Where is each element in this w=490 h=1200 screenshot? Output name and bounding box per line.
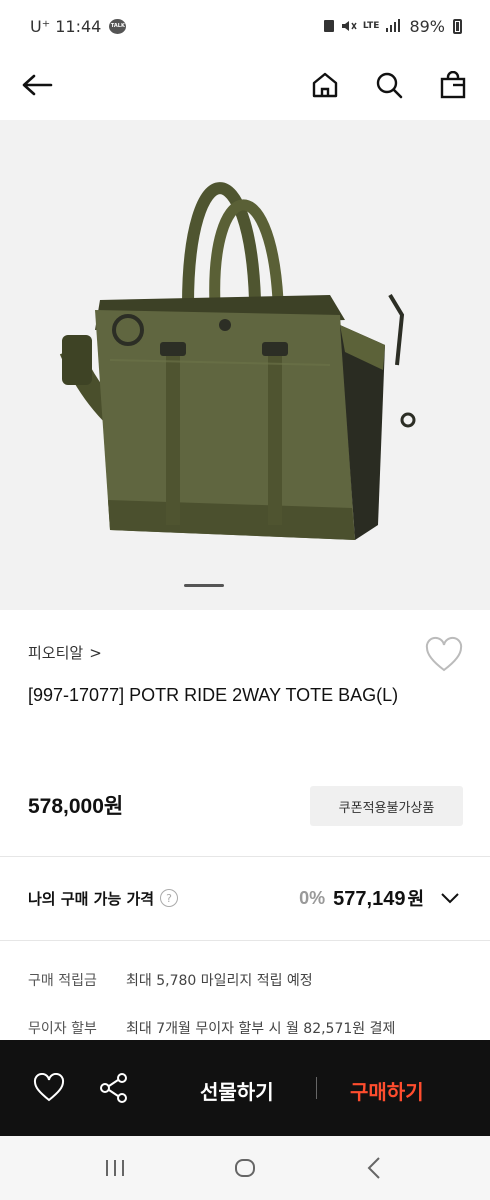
divider bbox=[0, 856, 490, 857]
divider bbox=[0, 940, 490, 941]
my-price-values: 0% 577,149 원 bbox=[299, 885, 462, 911]
carrier-time: U⁺ 11:44 bbox=[30, 16, 102, 36]
sim-icon bbox=[323, 20, 334, 32]
product-title: [997-17077] POTR RIDE 2WAY TOTE BAG(L) bbox=[28, 685, 399, 705]
carousel-indicator[interactable] bbox=[184, 584, 224, 587]
share-icon[interactable] bbox=[97, 1071, 131, 1105]
gift-button[interactable]: 선물하기 bbox=[200, 1076, 274, 1105]
back-chevron-icon[interactable] bbox=[355, 1148, 395, 1188]
mileage-label: 구매 적립금 bbox=[28, 973, 97, 989]
chevron-right-icon: > bbox=[89, 643, 102, 662]
mute-icon bbox=[341, 21, 357, 31]
mileage-row: 구매 적립금 최대 5,780 마일리지 적립 예정 bbox=[28, 970, 313, 990]
system-nav-bar bbox=[0, 1136, 490, 1200]
battery-percent: 89% bbox=[409, 16, 445, 36]
search-icon[interactable] bbox=[372, 68, 406, 102]
shopping-bag-icon[interactable] bbox=[436, 68, 470, 102]
home-circle-icon[interactable] bbox=[225, 1148, 265, 1188]
installment-label: 무이자 할부 bbox=[28, 1021, 97, 1037]
my-price-label: 나의 구매 가능 가격 bbox=[28, 889, 155, 908]
product-image[interactable] bbox=[0, 120, 490, 610]
brand-link[interactable]: 피오티알 > bbox=[28, 642, 102, 663]
chevron-down-icon[interactable] bbox=[438, 886, 462, 910]
discount-rate: 0% bbox=[299, 887, 326, 908]
my-price-row[interactable]: 나의 구매 가능 가격 ? 0% 577,149 원 bbox=[0, 858, 490, 938]
recent-apps-icon[interactable] bbox=[95, 1148, 135, 1188]
status-right: LTE 89% bbox=[323, 17, 462, 36]
talk-icon: TALK bbox=[109, 18, 127, 34]
battery-icon bbox=[453, 18, 462, 34]
status-bar: U⁺ 11:44 TALK LTE 89% bbox=[0, 0, 490, 52]
brand-name: 피오티알 bbox=[28, 644, 84, 662]
installment-row: 무이자 할부 최대 7개월 무이자 할부 시 월 82,571원 결제 bbox=[28, 1018, 395, 1038]
lte-label: LTE bbox=[362, 21, 380, 31]
wishlist-heart-icon[interactable] bbox=[424, 636, 464, 676]
back-arrow-icon[interactable] bbox=[20, 68, 54, 102]
buy-button[interactable]: 구매하기 bbox=[350, 1076, 424, 1105]
heart-icon[interactable] bbox=[32, 1071, 66, 1105]
bottom-action-bar: 선물하기 구매하기 bbox=[0, 1040, 490, 1136]
help-icon[interactable]: ? bbox=[160, 889, 179, 907]
product-price: 578,000원 bbox=[28, 795, 124, 818]
installment-value: 최대 7개월 무이자 할부 시 월 82,571원 결제 bbox=[126, 1021, 396, 1037]
tote-bag-image bbox=[59, 182, 416, 540]
my-price-value: 577,149 원 bbox=[333, 885, 424, 911]
my-price-label-group: 나의 구매 가능 가격 ? bbox=[28, 888, 179, 909]
coupon-badge: 쿠폰적용불가상품 bbox=[310, 786, 463, 826]
mileage-value: 최대 5,780 마일리지 적립 예정 bbox=[126, 973, 313, 989]
status-left: U⁺ 11:44 TALK bbox=[30, 16, 127, 36]
home-icon[interactable] bbox=[308, 68, 342, 102]
separator bbox=[316, 1077, 317, 1099]
header-actions bbox=[308, 68, 470, 102]
status-icons: LTE bbox=[323, 19, 402, 33]
my-price-number: 577,149 bbox=[333, 888, 406, 910]
signal-icon bbox=[386, 19, 401, 32]
app-header bbox=[0, 52, 490, 118]
my-price-unit: 원 bbox=[407, 889, 424, 909]
